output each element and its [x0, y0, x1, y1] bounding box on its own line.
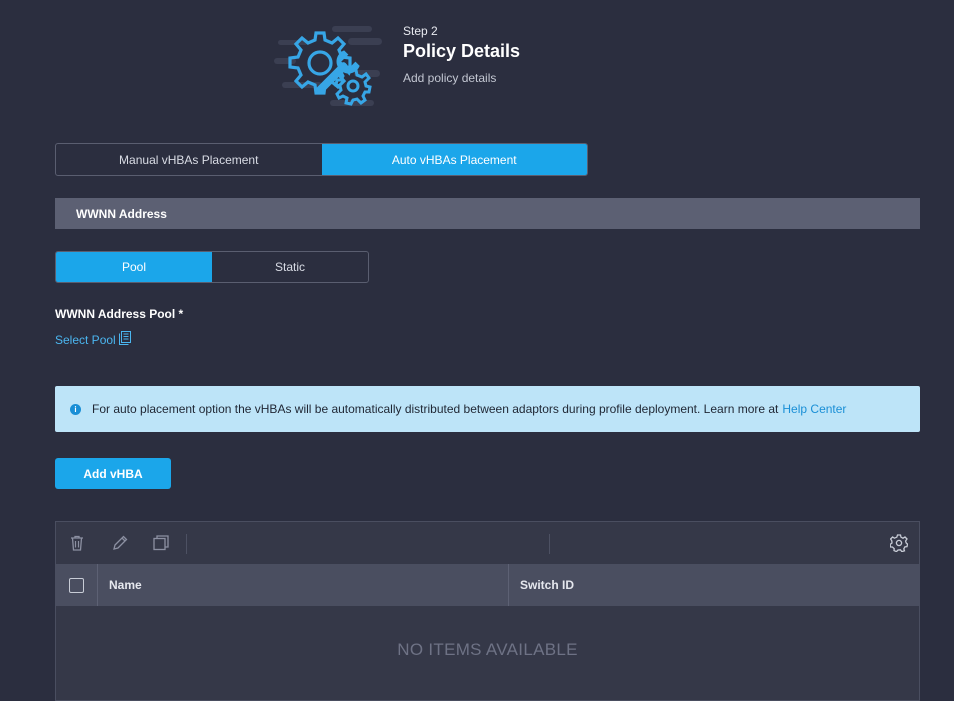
static-option[interactable]: Static — [212, 252, 368, 282]
table-header: Name Switch ID — [56, 564, 919, 606]
page-subtitle: Add policy details — [403, 71, 497, 85]
select-pool-label: Select Pool — [55, 332, 116, 347]
info-banner: i For auto placement option the vHBAs wi… — [55, 386, 920, 432]
gear-icon[interactable] — [889, 534, 909, 553]
trash-icon[interactable] — [68, 534, 86, 552]
help-center-link[interactable]: Help Center — [782, 402, 846, 416]
column-header-switch-id[interactable]: Switch ID — [509, 564, 574, 606]
toolbar-divider — [549, 534, 550, 554]
document-list-icon — [118, 331, 131, 348]
page-title: Policy Details — [403, 41, 521, 61]
step-label: Step 2 — [403, 24, 438, 38]
auto-placement-option[interactable]: Auto vHBAs Placement — [321, 144, 587, 175]
empty-state-text: NO ITEMS AVAILABLE — [397, 640, 578, 659]
select-all-checkbox[interactable] — [69, 577, 84, 593]
info-icon: i — [70, 403, 81, 415]
table-toolbar — [56, 522, 919, 564]
policy-gear-wrench-icon — [270, 18, 385, 110]
clone-icon[interactable] — [152, 534, 170, 552]
placement-toggle: Manual vHBAs Placement Auto vHBAs Placem… — [55, 143, 588, 176]
column-header-name[interactable]: Name — [98, 564, 509, 606]
info-text: For auto placement option the vHBAs will… — [92, 402, 779, 416]
select-all-cell — [56, 564, 98, 606]
select-pool-link[interactable]: Select Pool — [55, 331, 131, 348]
toolbar-divider — [186, 534, 187, 554]
wwnn-pool-label: WWNN Address Pool * — [55, 307, 184, 321]
pencil-icon[interactable] — [111, 534, 129, 552]
wwnn-type-toggle: Pool Static — [55, 251, 369, 283]
wwnn-section-title: WWNN Address — [76, 206, 167, 221]
add-vhba-button[interactable]: Add vHBA — [55, 458, 171, 489]
pool-option[interactable]: Pool — [56, 252, 212, 282]
wwnn-section-header: WWNN Address — [55, 198, 920, 229]
vhba-table: Name Switch ID NO ITEMS AVAILABLE — [55, 521, 920, 701]
manual-placement-option[interactable]: Manual vHBAs Placement — [56, 144, 322, 175]
